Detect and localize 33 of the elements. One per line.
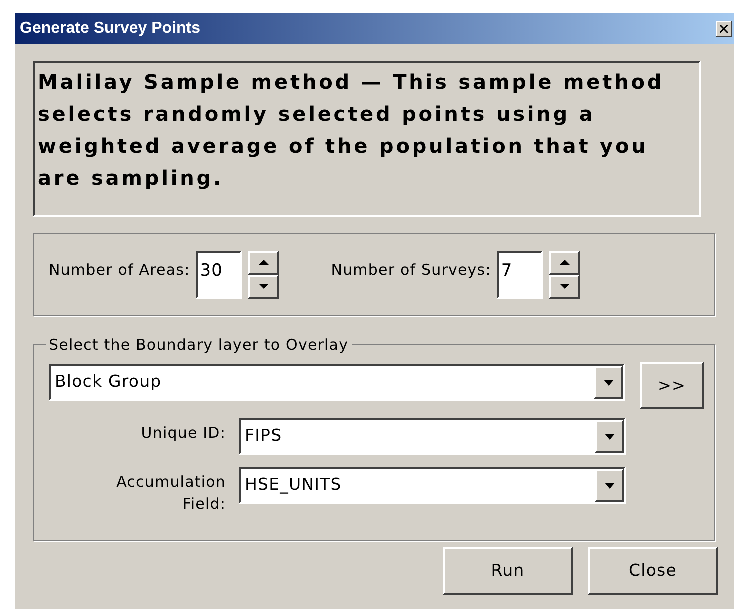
spin-up-button[interactable] [248,250,280,274]
number-field[interactable]: 7 [497,250,544,298]
field-label: Accumulation Field: [116,472,226,515]
dropdown-button[interactable] [594,366,623,399]
browse-button[interactable]: >> [640,362,704,409]
caret-icon [604,380,614,386]
up-arrow-icon [258,260,269,265]
spinner-label: Number of Surveys: [331,260,492,280]
spinner-label: Number of Areas: [49,260,190,280]
dropdown-value: FIPS [244,425,282,448]
close-icon [720,24,728,32]
dialog-button[interactable]: Close [588,547,718,595]
field-dropdown[interactable]: FIPS [239,418,626,455]
up-arrow-icon [560,260,570,265]
layer-dropdown[interactable]: Block Group [49,364,625,401]
spin-up-button[interactable] [549,250,580,274]
down-arrow-icon [560,284,570,289]
dropdown-button[interactable] [595,469,624,502]
field-dropdown[interactable]: HSE_UNITS [239,467,626,504]
window-title: Generate Survey Points [20,18,201,38]
caret-icon [604,482,614,488]
spin-down-button[interactable] [549,274,580,298]
description-text: Malilay Sample method — This sample method selects randomly selected points using a weighted average of the population that you are sampling. [33,61,701,217]
dropdown-value: HSE_UNITS [244,474,342,496]
caret-icon [604,434,614,440]
down-arrow-icon [258,284,269,289]
field-label: Unique ID: [140,423,226,444]
close-button[interactable] [716,20,732,36]
number-field[interactable]: 30 [196,250,242,298]
dialog-button[interactable]: Run [443,547,573,595]
dropdown-button[interactable] [595,420,624,453]
spin-down-button[interactable] [248,274,280,298]
dropdown-value: Block Group [54,371,162,394]
